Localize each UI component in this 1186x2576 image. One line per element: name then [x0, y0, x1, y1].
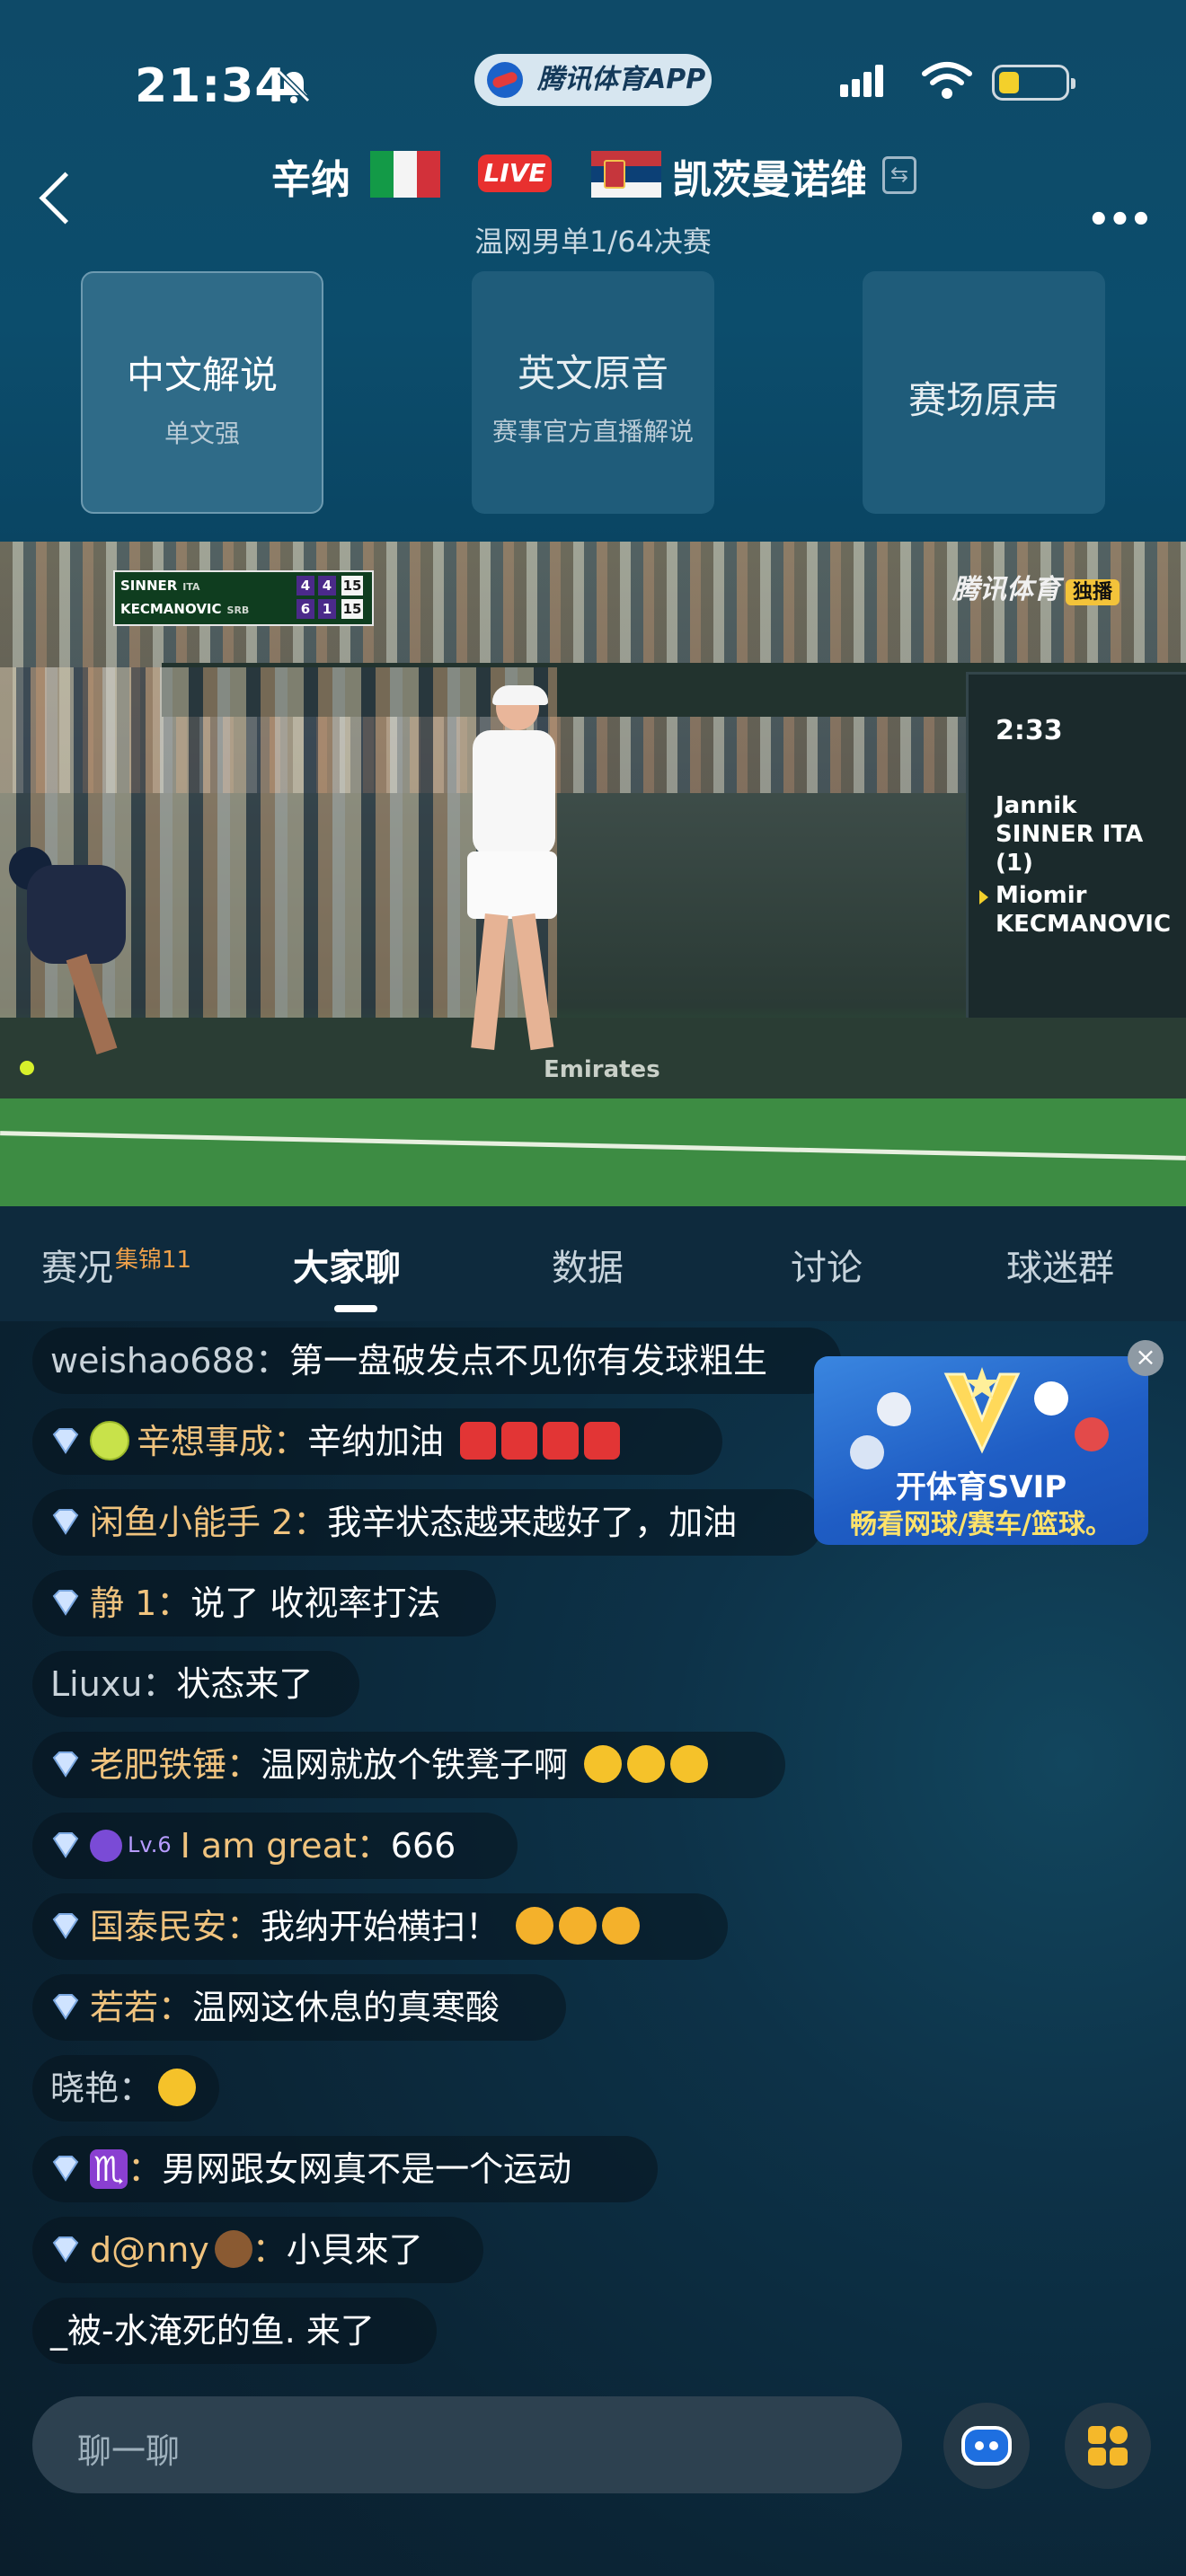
app-pill-label: 腾讯体育APP	[537, 64, 706, 95]
tennis-ball	[20, 1061, 34, 1075]
tencent-sports-logo-icon	[487, 62, 523, 98]
chat-message: 老肥铁锤：温网就放个铁凳子啊	[32, 1732, 785, 1798]
vip-diamond-icon	[52, 1589, 79, 1616]
controller-icon	[961, 2426, 1012, 2466]
tab-match-status[interactable]: 赛况集锦11	[41, 1239, 191, 1291]
board-time: 2:33	[996, 715, 1063, 746]
active-tab-indicator	[334, 1305, 377, 1312]
bear-emoji-icon	[214, 2229, 252, 2268]
player1-name: 辛纳	[271, 157, 350, 203]
video-player[interactable]: 2:33 Jannik SINNER ITA (1) Miomir KECMANOV…	[0, 542, 1186, 1206]
tennis-badge-icon	[90, 1420, 129, 1460]
chat-message: 辛想事成：辛纳加油	[32, 1408, 722, 1475]
tab-fan-group[interactable]: 球迷群	[1006, 1239, 1114, 1291]
board-player2: Miomir KECMANOVIC	[996, 882, 1172, 938]
opponent-figure	[9, 847, 180, 1055]
battery-icon	[992, 65, 1075, 101]
live-badge: LIVE	[478, 154, 552, 192]
app-pill[interactable]: 腾讯体育APP	[474, 54, 712, 106]
content-tabs: 赛况集锦11 大家聊 数据 讨论 球迷群	[0, 1206, 1186, 1321]
tab-chat[interactable]: 大家聊	[293, 1239, 401, 1291]
court-scoreboard: 2:33 Jannik SINNER ITA (1) Miomir KECMANOV…	[966, 672, 1186, 1028]
vip-diamond-icon	[52, 1993, 79, 2020]
chat-message: 国泰民安：我纳开始横扫！	[32, 1893, 728, 1960]
clock: 21:34	[135, 59, 288, 113]
score-overlay: SINNER ITA 4 4 15 KECMANOVIC SRB 6 1 15	[113, 570, 374, 626]
vip-diamond-icon	[52, 1427, 79, 1454]
vip-diamond-icon	[52, 1751, 79, 1778]
grid-icon	[1088, 2426, 1128, 2466]
vip-diamond-icon	[52, 2236, 79, 2263]
chat-message: 闲鱼小能手 2：我辛状态越来越好了，加油	[32, 1489, 823, 1556]
match-round: 温网男单1/64决赛	[474, 225, 712, 259]
emoji-game-button[interactable]	[943, 2403, 1030, 2489]
player-figure	[422, 685, 575, 1063]
commentary-sub: 赛事官方直播解说	[491, 417, 694, 446]
score-row: KECMANOVIC SRB 6 1 15	[120, 599, 363, 619]
racing-flag-icon	[1034, 1381, 1068, 1416]
header-area: 21:34 腾讯体育APP 辛纳 LIVE 凯茨曼诺维 ⇆ ••• 温网男单1/…	[0, 0, 1186, 542]
heart-face-emoji-icon	[559, 1906, 597, 1945]
chat-message: Lv.6 I am great：666	[32, 1813, 518, 1879]
commentary-title: 英文原音	[517, 351, 668, 395]
tab-discussion[interactable]: 讨论	[791, 1239, 863, 1291]
level-badge: Lv.6	[90, 1812, 172, 1878]
score-row: SINNER ITA 4 4 15	[120, 576, 363, 595]
signal-icon	[840, 65, 887, 97]
promo-subtitle: 畅看网球/赛车/篮球。	[850, 1509, 1112, 1540]
serbia-flag-icon	[591, 151, 661, 198]
commentary-title: 中文解说	[126, 353, 278, 397]
chat-message: Liuxu：状态来了	[32, 1651, 359, 1717]
more-features-button[interactable]	[1065, 2403, 1151, 2489]
chat-input[interactable]: 聊一聊	[32, 2396, 902, 2493]
grin-emoji-icon	[584, 1744, 623, 1783]
level-orb-icon	[90, 1829, 122, 1862]
gas-pump-emoji-icon	[543, 1421, 580, 1460]
heart-face-emoji-icon	[602, 1906, 641, 1945]
board-player1: Jannik SINNER ITA (1)	[996, 792, 1144, 877]
wifi-icon	[922, 62, 972, 99]
gas-pump-emoji-icon	[501, 1421, 538, 1460]
vip-diamond-icon	[52, 1508, 79, 1535]
mute-bell-icon	[277, 69, 311, 103]
chat-message: ♏ ：男网跟女网真不是一个运动	[32, 2136, 658, 2202]
v-trophy-icon	[943, 1367, 1021, 1454]
commentary-title: 赛场原声	[907, 378, 1059, 422]
chat-message: 若若：温网这休息的真寒酸	[32, 1974, 566, 2041]
commentary-sub: 单文强	[164, 419, 240, 448]
chat-message: 晓艳：	[32, 2055, 219, 2122]
svip-promo-banner[interactable]: 开体育SVIP 畅看网球/赛车/篮球。	[814, 1356, 1148, 1545]
status-bar: 21:34 腾讯体育APP	[0, 50, 1186, 122]
vip-diamond-icon	[52, 2155, 79, 2182]
chat-input-placeholder: 聊一聊	[77, 2431, 181, 2471]
commentary-chinese[interactable]: 中文解说 单文强	[81, 271, 323, 514]
switch-icon[interactable]: ⇆	[882, 156, 916, 194]
heart-face-emoji-icon	[516, 1906, 554, 1945]
chat-message: 静 1：说了 收视率打法	[32, 1570, 496, 1636]
vip-diamond-icon	[52, 1912, 79, 1939]
tab-data[interactable]: 数据	[552, 1239, 624, 1291]
close-icon[interactable]: ×	[1128, 1340, 1164, 1376]
commentary-english[interactable]: 英文原音 赛事官方直播解说	[472, 271, 714, 514]
tennis-ball-icon	[877, 1392, 911, 1426]
racing-helmet-icon	[1075, 1417, 1109, 1451]
crying-emoji-icon	[670, 1744, 709, 1783]
chat-message: d@nny ：小貝來了	[32, 2217, 483, 2283]
gas-pump-emoji-icon	[460, 1421, 497, 1460]
broadcast-watermark: 腾讯体育 独播	[952, 567, 1120, 606]
vip-diamond-icon	[52, 1831, 79, 1858]
gas-pump-emoji-icon	[584, 1421, 621, 1460]
grass-court	[0, 1098, 1186, 1206]
chat-message: _被-水淹死的鱼. 来了	[32, 2298, 437, 2364]
crying-emoji-icon	[627, 1744, 666, 1783]
commentary-venue[interactable]: 赛场原声	[863, 271, 1105, 514]
chat-message: weishao688：第一盘破发点不见你有发球粗生	[32, 1328, 841, 1394]
serve-arrow-icon	[979, 890, 988, 904]
match-title: 辛纳 LIVE 凯茨曼诺维 ⇆	[0, 144, 1186, 207]
celebrate-emoji-icon	[158, 2068, 197, 2106]
italy-flag-icon	[370, 151, 440, 198]
promo-title: 开体育SVIP	[895, 1469, 1067, 1505]
player2-name: 凯茨曼诺维	[672, 157, 865, 203]
